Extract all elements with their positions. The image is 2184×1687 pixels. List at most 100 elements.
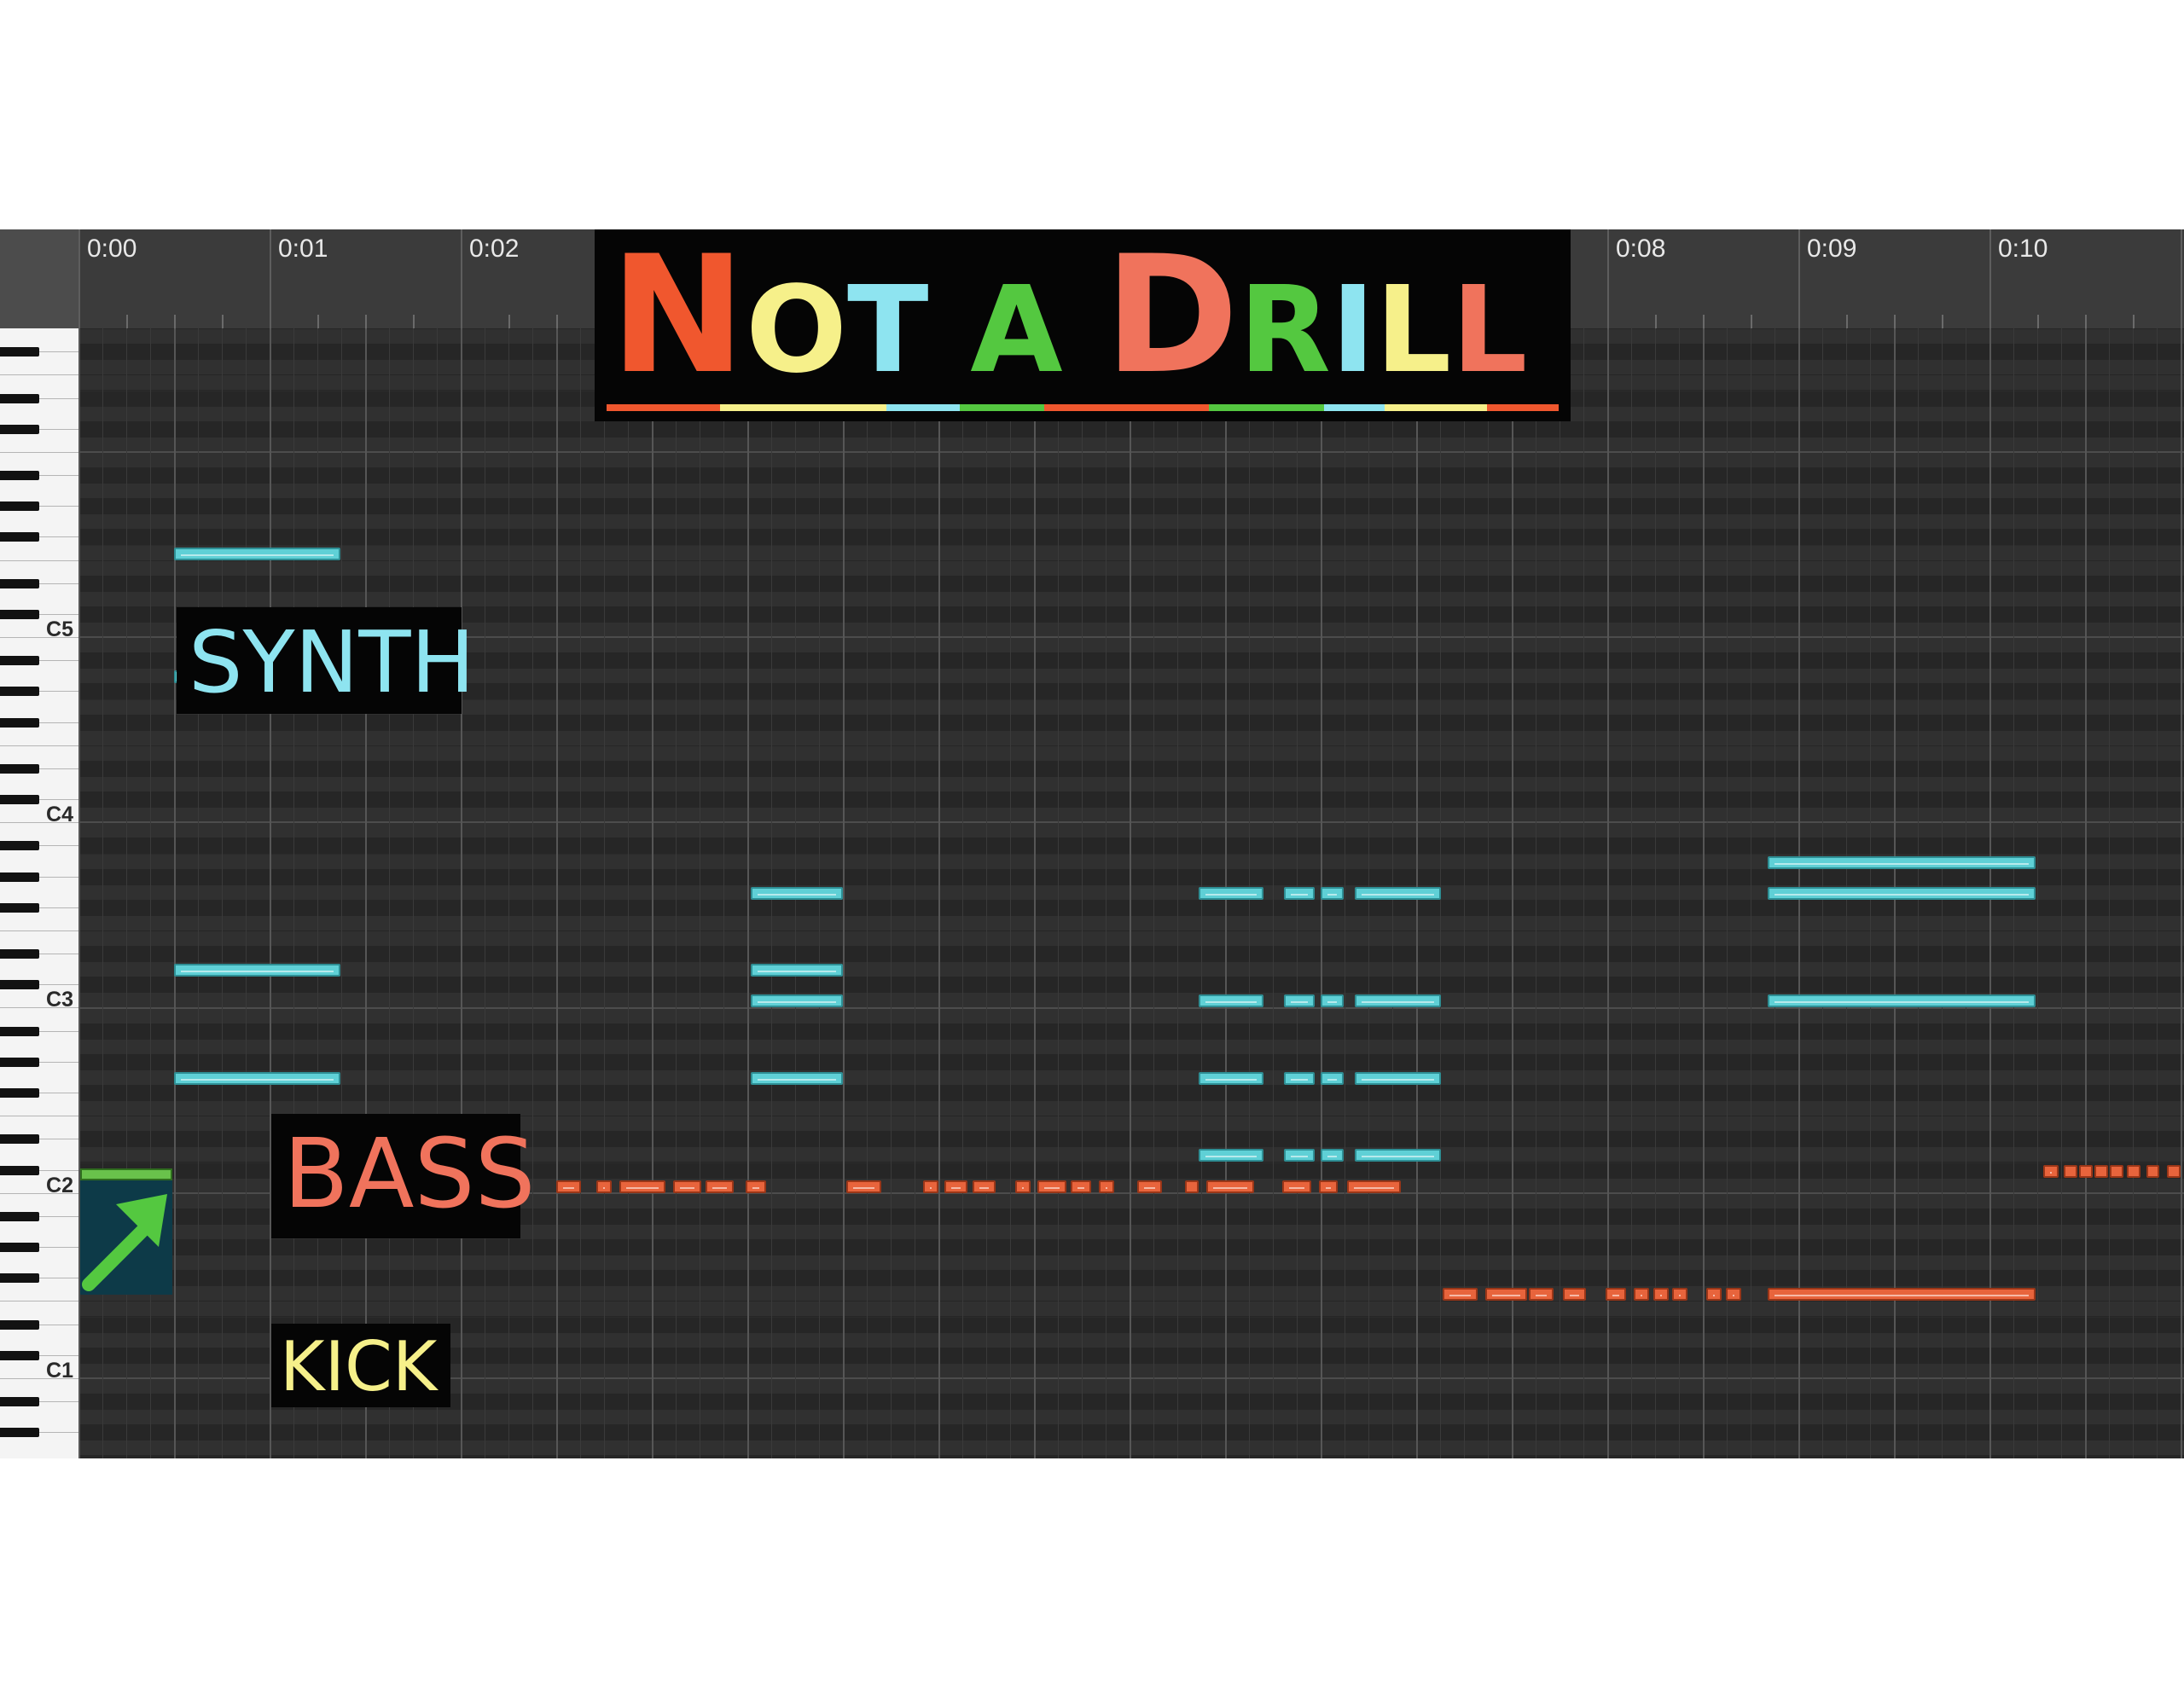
bass-note[interactable] bbox=[1672, 1288, 1688, 1301]
bass-note[interactable] bbox=[973, 1180, 996, 1193]
synth-note[interactable] bbox=[174, 1071, 340, 1085]
synth-note[interactable] bbox=[1768, 855, 2036, 869]
bass-note[interactable] bbox=[1184, 1180, 1199, 1193]
synth-note[interactable] bbox=[1284, 1071, 1316, 1085]
bass-note[interactable] bbox=[1706, 1288, 1722, 1301]
black-key[interactable] bbox=[0, 763, 39, 774]
note-grid[interactable] bbox=[78, 328, 2184, 1458]
bass-note[interactable] bbox=[2146, 1164, 2160, 1178]
bass-note[interactable] bbox=[1037, 1180, 1067, 1193]
synth-note[interactable] bbox=[1768, 994, 2036, 1008]
synth-note[interactable] bbox=[1321, 886, 1344, 900]
bass-note[interactable] bbox=[2079, 1164, 2093, 1178]
synth-note[interactable] bbox=[1355, 994, 1442, 1008]
synth-note[interactable] bbox=[1355, 1071, 1442, 1085]
black-key[interactable] bbox=[0, 1428, 39, 1438]
black-key[interactable] bbox=[0, 1243, 39, 1252]
bass-note[interactable] bbox=[596, 1180, 612, 1193]
synth-note[interactable] bbox=[751, 886, 843, 900]
bass-note[interactable] bbox=[2167, 1164, 2181, 1178]
black-key[interactable] bbox=[0, 1319, 39, 1330]
black-key[interactable] bbox=[0, 872, 39, 882]
black-key[interactable] bbox=[0, 717, 39, 728]
bass-note[interactable] bbox=[1205, 1180, 1254, 1193]
bass-note[interactable] bbox=[619, 1180, 665, 1193]
bass-note[interactable] bbox=[1099, 1180, 1115, 1193]
bass-note[interactable] bbox=[672, 1180, 702, 1193]
synth-note[interactable] bbox=[751, 994, 843, 1008]
synth-note[interactable] bbox=[1321, 1071, 1344, 1085]
synth-note[interactable] bbox=[751, 964, 843, 977]
bass-note[interactable] bbox=[1563, 1288, 1587, 1301]
bass-note[interactable] bbox=[1282, 1180, 1311, 1193]
synth-note[interactable] bbox=[174, 547, 340, 560]
bass-note[interactable] bbox=[2110, 1164, 2123, 1178]
bass-note[interactable] bbox=[2042, 1164, 2059, 1178]
bass-note[interactable] bbox=[1070, 1180, 1092, 1193]
black-key[interactable] bbox=[0, 841, 39, 851]
synth-note[interactable] bbox=[1321, 994, 1344, 1008]
black-key[interactable] bbox=[0, 949, 39, 959]
black-key[interactable] bbox=[0, 532, 39, 542]
black-key[interactable] bbox=[0, 1273, 39, 1284]
black-key[interactable] bbox=[0, 1088, 39, 1098]
bass-note[interactable] bbox=[745, 1180, 767, 1193]
black-key[interactable] bbox=[0, 471, 39, 480]
black-key[interactable] bbox=[0, 795, 39, 805]
bass-note[interactable] bbox=[1529, 1288, 1554, 1301]
bass-note[interactable] bbox=[2064, 1164, 2078, 1178]
black-key[interactable] bbox=[0, 1026, 39, 1036]
black-key[interactable] bbox=[0, 578, 39, 588]
synth-note[interactable] bbox=[1198, 1149, 1263, 1162]
black-key[interactable] bbox=[0, 1134, 39, 1145]
bass-note[interactable] bbox=[1443, 1288, 1478, 1301]
black-key[interactable] bbox=[0, 1397, 39, 1406]
black-key[interactable] bbox=[0, 1057, 39, 1067]
synth-note[interactable] bbox=[1198, 1071, 1263, 1085]
synth-note[interactable] bbox=[1284, 886, 1316, 900]
synth-note[interactable] bbox=[1284, 994, 1316, 1008]
black-key[interactable] bbox=[0, 902, 39, 913]
synth-note[interactable] bbox=[751, 1071, 843, 1085]
bass-note[interactable] bbox=[2127, 1164, 2140, 1178]
bass-note[interactable] bbox=[1605, 1288, 1627, 1301]
synth-note[interactable] bbox=[174, 964, 340, 977]
synth-note[interactable] bbox=[1198, 886, 1263, 900]
black-key[interactable] bbox=[0, 980, 39, 990]
bass-note[interactable] bbox=[923, 1180, 938, 1193]
synth-note[interactable] bbox=[1321, 1149, 1344, 1162]
black-key[interactable] bbox=[0, 609, 39, 619]
synth-note[interactable] bbox=[1284, 1149, 1316, 1162]
bass-note[interactable] bbox=[1347, 1180, 1402, 1193]
beat-line bbox=[867, 328, 868, 1458]
bass-note[interactable] bbox=[1653, 1288, 1669, 1301]
synth-note[interactable] bbox=[1355, 1149, 1442, 1162]
bass-note[interactable] bbox=[1725, 1288, 1741, 1301]
black-key[interactable] bbox=[0, 1165, 39, 1175]
synth-note[interactable] bbox=[1355, 886, 1442, 900]
black-key[interactable] bbox=[0, 1350, 39, 1360]
black-key[interactable] bbox=[0, 347, 39, 357]
bass-note[interactable] bbox=[1484, 1288, 1527, 1301]
bass-note[interactable] bbox=[1634, 1288, 1650, 1301]
bass-note[interactable] bbox=[1318, 1180, 1339, 1193]
piano-keyboard[interactable]: C5C4C3C2C1C0 bbox=[0, 328, 78, 1458]
synth-note[interactable] bbox=[1768, 886, 2036, 900]
black-key[interactable] bbox=[0, 687, 39, 697]
black-key[interactable] bbox=[0, 656, 39, 666]
bass-note[interactable] bbox=[944, 1180, 967, 1193]
bass-note[interactable] bbox=[1768, 1288, 2036, 1301]
bass-note[interactable] bbox=[2094, 1164, 2108, 1178]
playhead-bar[interactable] bbox=[80, 1168, 172, 1180]
bass-note[interactable] bbox=[1136, 1180, 1163, 1193]
synth-note[interactable] bbox=[1198, 994, 1263, 1008]
bass-note[interactable] bbox=[556, 1180, 582, 1193]
playhead-marker[interactable] bbox=[80, 1168, 172, 1295]
black-key[interactable] bbox=[0, 424, 39, 434]
black-key[interactable] bbox=[0, 393, 39, 403]
black-key[interactable] bbox=[0, 501, 39, 512]
bass-note[interactable] bbox=[846, 1180, 881, 1193]
bass-note[interactable] bbox=[705, 1180, 735, 1193]
bass-note[interactable] bbox=[1014, 1180, 1031, 1193]
black-key[interactable] bbox=[0, 1211, 39, 1221]
